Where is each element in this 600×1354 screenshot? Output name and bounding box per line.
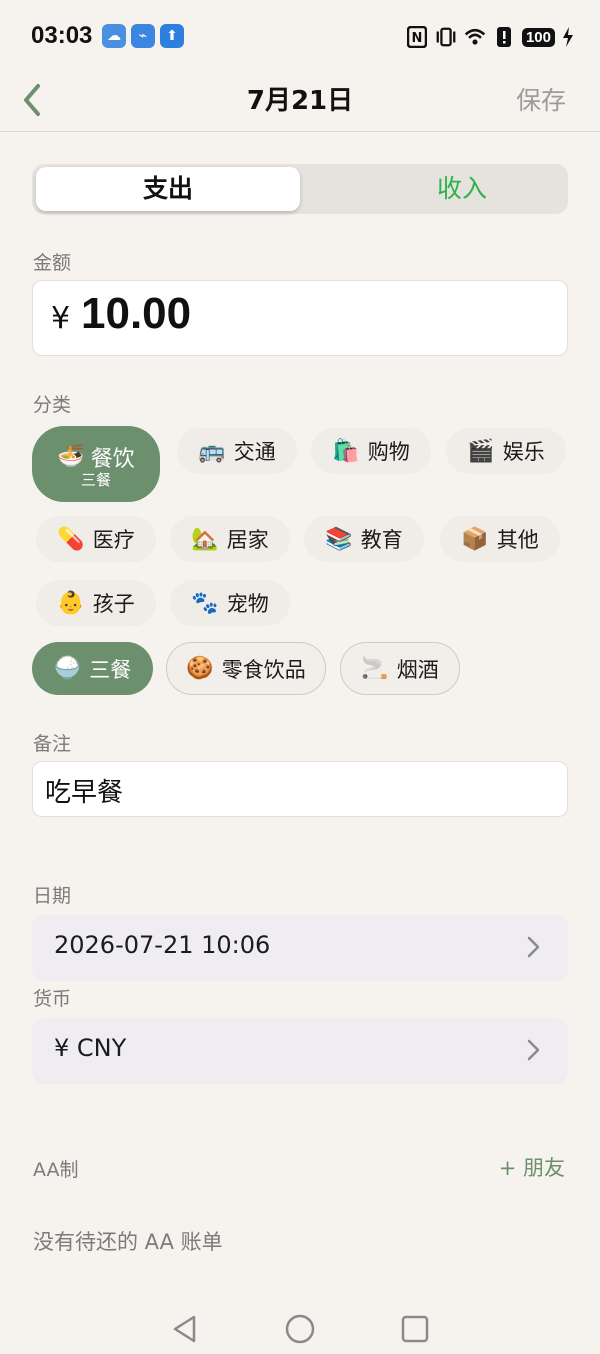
subcategory-chip-label: 三餐 [89,657,132,682]
currency-picker-row[interactable]: ¥ CNY [32,1018,568,1084]
category-chip-pets[interactable]: 🐾 宠物 [170,580,290,626]
category-chip-label: 交通 [233,440,276,464]
svg-text:N: N [412,31,423,46]
note-label: 备注 [33,733,72,755]
category-chip-label: 宠物 [226,592,269,616]
tab-income[interactable]: 收入 [328,167,596,211]
paw-prints-icon: 🐾 [191,590,219,616]
category-chip-children[interactable]: 👶 孩子 [36,580,156,626]
rice-bowl-icon: 🍚 [53,656,82,681]
books-icon: 📚 [325,526,353,552]
status-time: 03:03 [31,22,93,49]
amount-value: 10.00 [81,289,192,338]
status-icons: N 100 [406,22,574,52]
date-picker-row[interactable]: 2026-07-21 10:06 [32,915,568,981]
currency-symbol: ¥ [51,301,71,336]
nav-home-icon[interactable] [285,1314,315,1344]
package-icon: 📦 [461,526,489,552]
usb-icon: ⌁ [131,24,155,48]
type-toggle: 支出 收入 [32,164,568,214]
cigarette-icon: 🚬 [361,656,389,681]
category-label: 分类 [33,394,72,416]
upload-icon: ⬆ [160,24,184,48]
add-friend-button[interactable]: + 朋友 [499,1152,565,1182]
chevron-right-icon [527,936,540,958]
category-chip-transport[interactable]: 🚌 交通 [177,428,297,474]
clapperboard-icon: 🎬 [467,438,495,464]
status-bar: 03:03 ☁ ⌁ ⬆ N 100 [0,0,600,72]
category-chip-label: 购物 [367,440,410,464]
category-chip-medical[interactable]: 💊 医疗 [36,516,156,562]
subcategory-chip-label: 零食饮品 [221,657,306,682]
nav-back-icon[interactable] [170,1314,200,1344]
subcategory-chip-meals[interactable]: 🍚 三餐 [32,642,153,695]
category-chip-label: 餐饮 [90,446,135,472]
weather-icon: ☁ [102,24,126,48]
house-icon: 🏡 [191,526,219,552]
category-chip-other[interactable]: 📦 其他 [440,516,560,562]
category-chip-label: 教育 [360,528,403,552]
date-label: 日期 [33,885,72,907]
bus-icon: 🚌 [198,438,226,464]
aa-split-label: AA制 [33,1159,79,1181]
chevron-right-icon [527,1039,540,1061]
nav-recents-icon[interactable] [400,1314,430,1344]
category-chip-entertainment[interactable]: 🎬 娱乐 [446,428,566,474]
currency-value: ¥ CNY [54,1034,127,1062]
subcategory-chip-label: 烟酒 [396,657,439,682]
shopping-bag-icon: 🛍️ [332,438,360,464]
cookie-icon: 🍪 [186,656,214,681]
category-chip-label: 娱乐 [502,440,545,464]
app-header: 7月21日 保存 [0,72,600,132]
category-chip-dining[interactable]: 🍜 餐饮 三餐 [32,426,160,502]
currency-label: 货币 [33,988,72,1010]
category-chip-education[interactable]: 📚 教育 [304,516,424,562]
noodle-bowl-icon: 🍜 [57,444,85,469]
subcategory-chip-tobacco-alcohol[interactable]: 🚬 烟酒 [340,642,460,695]
note-value: 吃早餐 [45,778,124,808]
tab-expense[interactable]: 支出 [36,167,300,211]
category-chip-label: 居家 [226,528,269,552]
amount-label: 金额 [33,252,72,274]
category-chip-label: 医疗 [92,528,135,552]
category-chip-home[interactable]: 🏡 居家 [170,516,290,562]
page-title: 7月21日 [246,86,354,116]
wifi-icon [464,25,486,49]
system-nav-bar [0,1300,600,1354]
amount-input[interactable]: ¥ 10.00 [32,280,568,356]
alert-icon [493,25,515,49]
save-button[interactable]: 保存 [516,81,566,117]
subcategory-chip-snacks[interactable]: 🍪 零食饮品 [166,642,326,695]
charging-icon [562,25,574,49]
category-chip-shopping[interactable]: 🛍️ 购物 [311,428,431,474]
date-value: 2026-07-21 10:06 [54,931,271,959]
category-chip-label: 孩子 [92,592,135,616]
vibrate-icon [435,25,457,49]
nfc-icon: N [406,25,428,49]
category-chip-sublabel: 三餐 [80,470,111,489]
note-input[interactable]: 吃早餐 [32,761,568,817]
battery-level: 100 [521,27,555,47]
baby-icon: 👶 [57,590,85,616]
category-chip-label: 其他 [496,528,539,552]
aa-empty-text: 没有待还的 AA 账单 [33,1230,223,1254]
pill-icon: 💊 [57,526,85,552]
